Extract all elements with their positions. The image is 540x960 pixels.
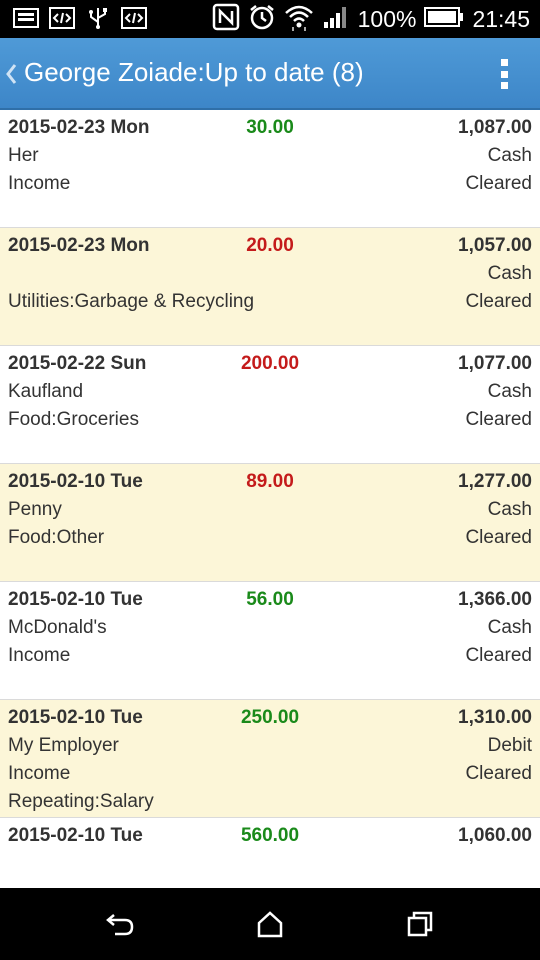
transaction-date: 2015-02-23 Mon [8, 235, 150, 256]
notification-icons [12, 6, 148, 30]
payee: Her [8, 145, 39, 166]
account: Cash [487, 145, 532, 166]
dot [500, 59, 508, 66]
signal-icon [322, 4, 350, 35]
dot [500, 82, 508, 89]
transaction-date: 2015-02-23 Mon [8, 117, 150, 138]
transaction-row[interactable]: 2015-02-22 Sun 200.00 1,077.00 Kaufland … [0, 346, 540, 464]
alarm-icon [248, 3, 276, 36]
running-balance: 1,077.00 [458, 353, 532, 374]
status-bar: 100% 21:45 [0, 0, 540, 38]
navigation-bar [0, 888, 540, 960]
dot [500, 70, 508, 78]
transaction-row[interactable]: 2015-02-10 Tue 56.00 1,366.00 McDonald's… [0, 582, 540, 700]
category: Utilities:Garbage & Recycling [8, 291, 255, 312]
account: Cash [487, 381, 532, 402]
battery-percent: 100% [357, 5, 417, 32]
home-button[interactable] [250, 906, 290, 942]
nfc-icon [212, 3, 240, 36]
category: Food:Other [8, 527, 105, 548]
status: Cleared [465, 645, 532, 666]
transaction-date: 2015-02-10 Tue [8, 825, 143, 846]
payee: Kaufland [8, 381, 84, 402]
back-button[interactable] [100, 906, 140, 942]
code-icon [48, 6, 76, 30]
running-balance: 1,060.00 [458, 825, 532, 846]
transaction-amount: 30.00 [246, 117, 294, 138]
status: Cleared [465, 291, 532, 312]
action-bar: George Zoiade:Up to date (8) [0, 38, 540, 110]
wifi-icon [284, 3, 314, 36]
transaction-row[interactable]: 2015-02-10 Tue 560.00 1,060.00 [0, 818, 540, 888]
category: Income [8, 173, 71, 194]
home-icon [257, 911, 283, 938]
up-navigation-button[interactable] [4, 56, 24, 92]
image-icon [12, 6, 40, 30]
transaction-amount: 250.00 [240, 707, 300, 728]
transaction-amount: 560.00 [240, 825, 300, 846]
transaction-amount: 56.00 [246, 589, 294, 610]
code-icon [120, 6, 148, 30]
screen-title: George Zoiade:Up to date (8) [24, 57, 364, 87]
repeating-note: Repeating:Salary [8, 791, 154, 812]
category: Income [8, 763, 71, 784]
transaction-amount: 200.00 [240, 353, 300, 374]
transaction-row[interactable]: 2015-02-23 Mon 30.00 1,087.00 Her Cash I… [0, 110, 540, 228]
transaction-date: 2015-02-10 Tue [8, 707, 143, 728]
transaction-amount: 89.00 [246, 471, 294, 492]
running-balance: 1,277.00 [458, 471, 532, 492]
status: Cleared [465, 763, 532, 784]
payee: McDonald's [8, 617, 107, 638]
account: Cash [487, 263, 532, 284]
transaction-row[interactable]: 2015-02-23 Mon 20.00 1,057.00 Cash Utili… [0, 228, 540, 346]
status: Cleared [465, 173, 532, 194]
recent-apps-icon [407, 911, 433, 937]
overflow-menu-button[interactable] [492, 56, 516, 92]
running-balance: 1,310.00 [458, 707, 532, 728]
running-balance: 1,087.00 [458, 117, 532, 138]
account: Cash [487, 499, 532, 520]
running-balance: 1,057.00 [458, 235, 532, 256]
running-balance: 1,366.00 [458, 589, 532, 610]
transaction-list[interactable]: 2015-02-23 Mon 30.00 1,087.00 Her Cash I… [0, 110, 540, 888]
transaction-row[interactable]: 2015-02-10 Tue 250.00 1,310.00 My Employ… [0, 700, 540, 818]
account: Cash [487, 617, 532, 638]
transaction-amount: 20.00 [246, 235, 294, 256]
recent-apps-button[interactable] [400, 906, 440, 942]
system-icons: 100% 21:45 [212, 3, 530, 35]
clock: 21:45 [472, 5, 530, 32]
transaction-date: 2015-02-10 Tue [8, 589, 143, 610]
battery-icon [424, 6, 464, 33]
payee: Penny [8, 499, 62, 520]
category: Income [8, 645, 71, 666]
account: Debit [487, 735, 532, 756]
transaction-date: 2015-02-10 Tue [8, 471, 143, 492]
transaction-row[interactable]: 2015-02-10 Tue 89.00 1,277.00 Penny Cash… [0, 464, 540, 582]
status: Cleared [465, 527, 532, 548]
status: Cleared [465, 409, 532, 430]
chevron-left-icon [6, 64, 17, 84]
usb-icon [84, 6, 112, 30]
transaction-date: 2015-02-22 Sun [8, 353, 147, 374]
back-icon [106, 914, 134, 936]
payee: My Employer [8, 735, 119, 756]
category: Food:Groceries [8, 409, 139, 430]
